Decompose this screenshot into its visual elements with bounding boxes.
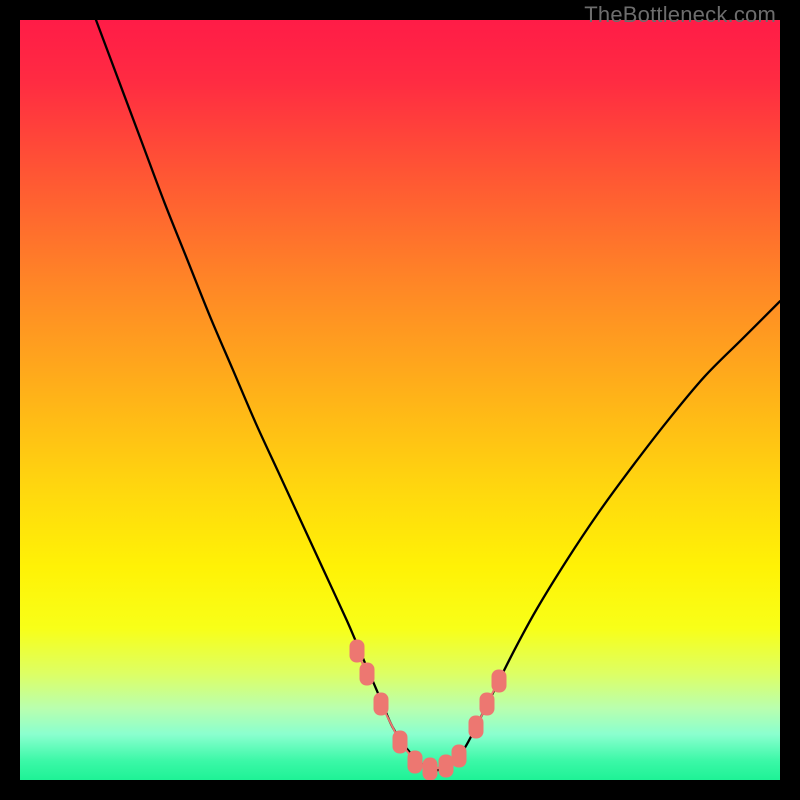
curve-marker bbox=[350, 639, 365, 662]
curve-marker bbox=[393, 731, 408, 754]
curve-marker bbox=[491, 670, 506, 693]
curve-marker bbox=[469, 715, 484, 738]
curve-marker bbox=[452, 744, 467, 767]
plot-area bbox=[20, 20, 780, 780]
curve-marker bbox=[408, 750, 423, 773]
background-gradient bbox=[20, 20, 780, 780]
curve-marker bbox=[423, 757, 438, 780]
chart-frame: TheBottleneck.com bbox=[0, 0, 800, 800]
curve-marker bbox=[360, 662, 375, 685]
curve-marker bbox=[480, 693, 495, 716]
curve-marker bbox=[374, 693, 389, 716]
watermark-text: TheBottleneck.com bbox=[584, 2, 776, 28]
